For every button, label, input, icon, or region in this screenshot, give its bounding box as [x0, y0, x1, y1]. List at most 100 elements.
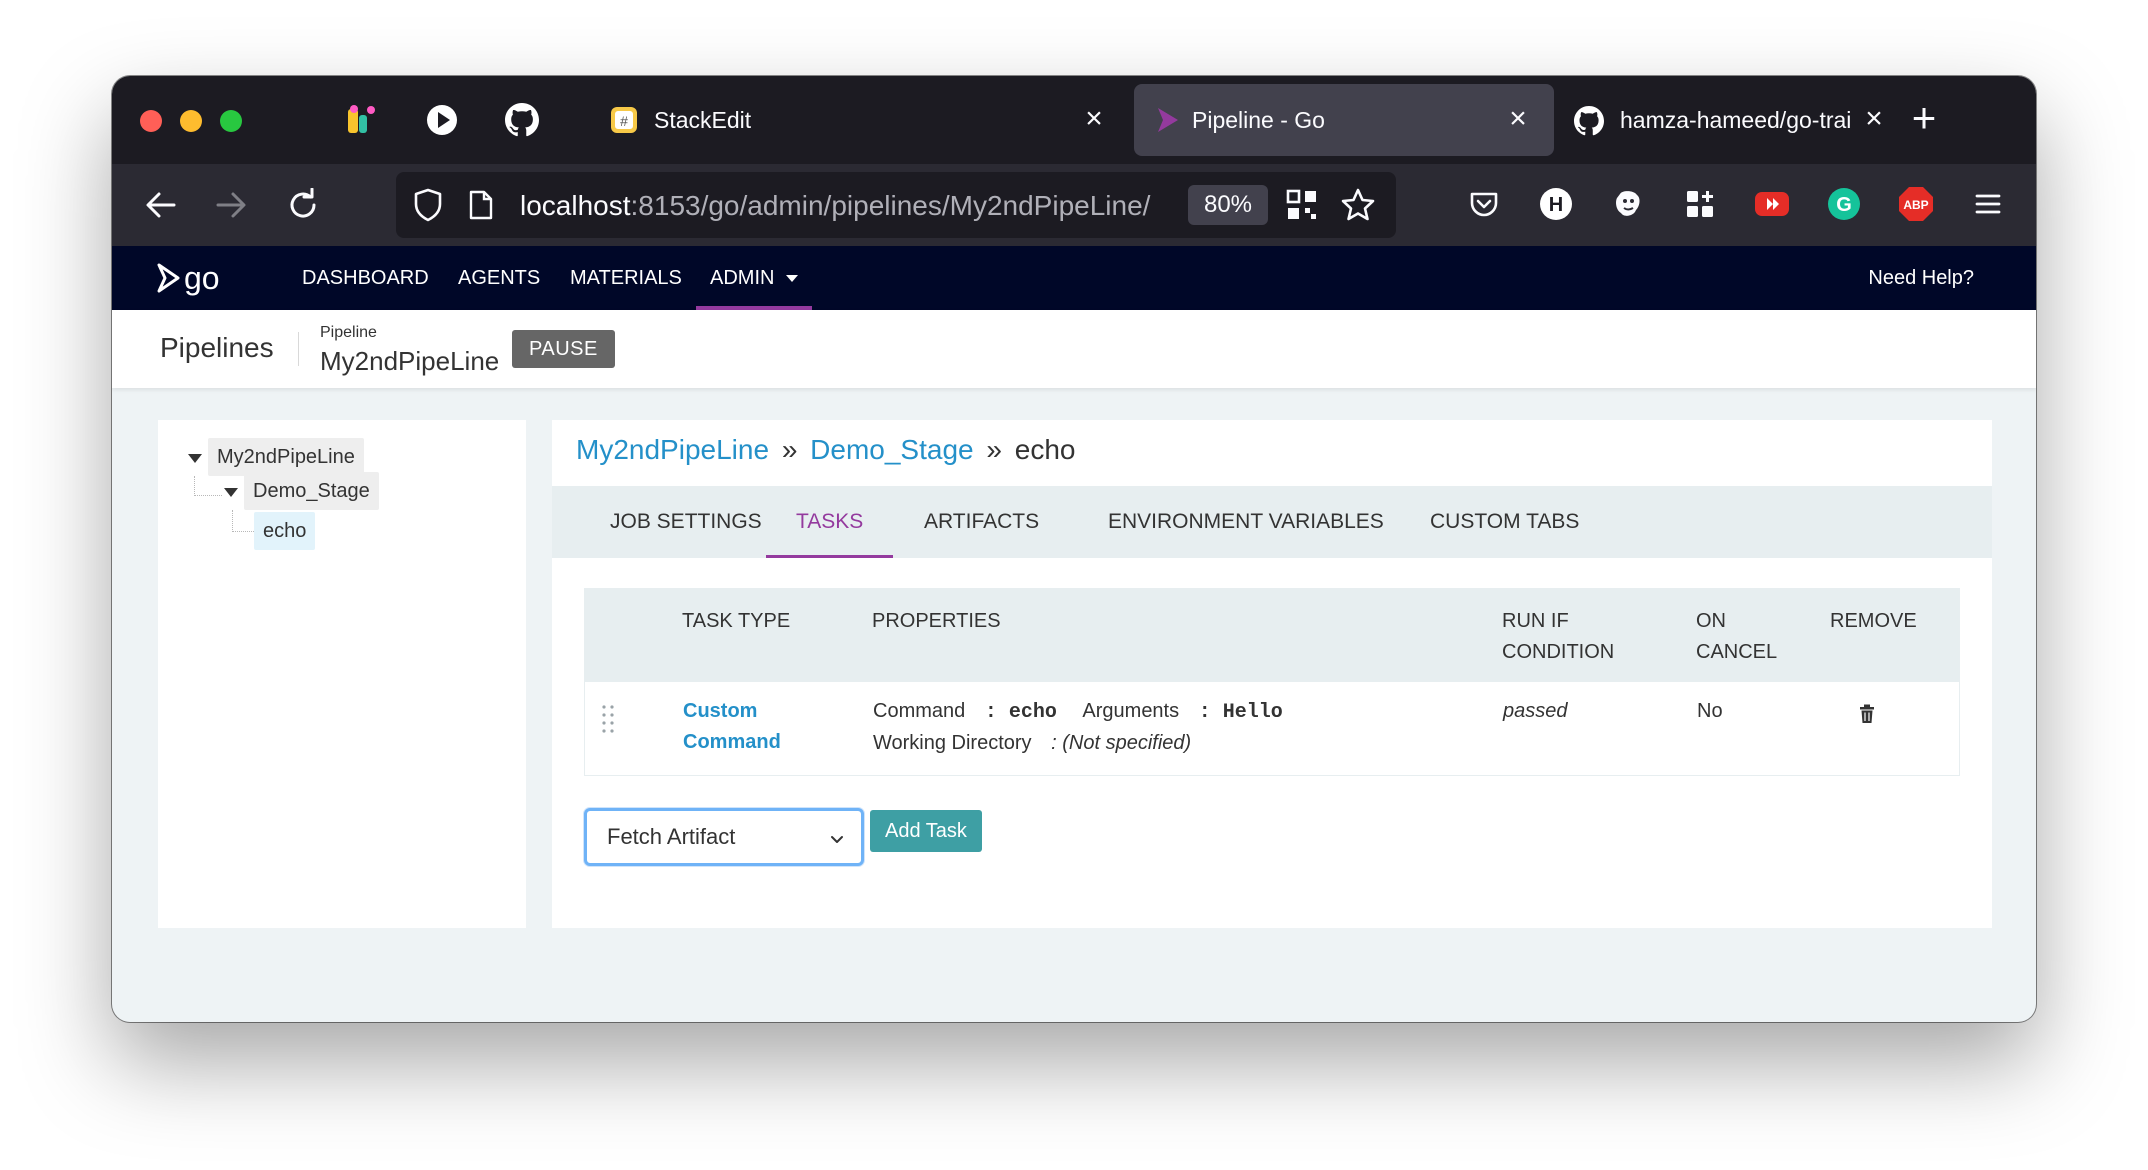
breadcrumb-job: echo: [1014, 434, 1076, 465]
gorilla-extension-button[interactable]: [1608, 184, 1648, 224]
breadcrumb-pipeline-link[interactable]: My2ndPipeLine: [576, 434, 769, 465]
header-run-if-line1: RUN IF: [1502, 610, 1569, 632]
forward-arrow-icon: [216, 192, 246, 218]
adblock-icon: ABP: [1899, 187, 1933, 221]
header-run-if-line2: CONDITION: [1502, 641, 1615, 663]
tree-node-pipeline[interactable]: My2ndPipeLine: [208, 438, 364, 476]
pipeline-name: My2ndPipeLine: [320, 346, 500, 376]
svg-text:G: G: [1836, 194, 1852, 216]
breadcrumb-stage-link[interactable]: Demo_Stage: [810, 434, 973, 465]
tree-node-stage[interactable]: Demo_Stage: [244, 472, 379, 510]
breadcrumb-separator: »: [986, 434, 1002, 465]
hamburger-menu-icon: [1975, 194, 2001, 214]
tree-connector: [194, 476, 222, 496]
youtube-extension-button[interactable]: [1752, 184, 1792, 224]
tab-custom-tabs[interactable]: CUSTOM TABS: [1430, 486, 1579, 558]
reload-icon: [290, 188, 316, 218]
close-window-button[interactable]: [140, 110, 162, 132]
tab-label: Pipeline - Go: [1192, 106, 1325, 133]
nav-materials[interactable]: MATERIALS: [570, 246, 682, 310]
add-task-button[interactable]: Add Task: [870, 810, 982, 852]
gocd-logo-text: go: [184, 259, 220, 296]
youtube-icon: [1755, 192, 1789, 216]
command-label: Command: [873, 700, 966, 722]
collapse-pipeline-toggle[interactable]: [188, 454, 202, 463]
drag-handle-icon[interactable]: [601, 704, 615, 734]
play-circle-icon: [427, 105, 457, 135]
task-type-line2: Command: [683, 731, 781, 753]
h-extension-button[interactable]: H: [1536, 184, 1576, 224]
run-if-value: passed: [1503, 700, 1568, 722]
pinned-tab-monday[interactable]: [344, 102, 380, 138]
gocd-logo[interactable]: go: [156, 260, 220, 296]
browser-window: # StackEdit × Pipeline - Go × hamza-hame…: [112, 76, 2036, 1022]
pocket-icon: [1470, 192, 1498, 217]
tab-label: hamza-hameed/go-training at: [1620, 106, 1852, 133]
tab-tasks[interactable]: TASKS: [765, 486, 894, 558]
nav-agents[interactable]: AGENTS: [458, 246, 540, 310]
nav-admin[interactable]: ADMIN: [695, 246, 813, 310]
adblock-extension-button[interactable]: ABP: [1896, 184, 1936, 224]
stackedit-icon: #: [611, 107, 637, 133]
tab-environment-variables[interactable]: ENVIRONMENT VARIABLES: [1108, 486, 1384, 558]
header-properties: PROPERTIES: [872, 610, 1001, 632]
tab-bar: # StackEdit × Pipeline - Go × hamza-hame…: [112, 76, 2036, 164]
app-menu-button[interactable]: [1968, 184, 2008, 224]
pipeline-tree: My2ndPipeLine Demo_Stage echo: [158, 420, 526, 928]
url-host: localhost: [520, 190, 631, 221]
close-tab-icon[interactable]: ×: [1504, 104, 1532, 134]
nav-dashboard[interactable]: DASHBOARD: [302, 246, 429, 310]
pinned-tab-github[interactable]: [504, 102, 540, 138]
h-icon: H: [1540, 188, 1572, 220]
close-tab-icon[interactable]: ×: [1080, 104, 1108, 134]
task-type-select[interactable]: Fetch Artifact: [584, 808, 864, 866]
tab-artifacts[interactable]: ARTIFACTS: [924, 486, 1039, 558]
tab-github-repo[interactable]: hamza-hameed/go-training at ×: [1558, 84, 1898, 156]
header-on-cancel: ON CANCEL: [1696, 606, 1777, 668]
gocd-logo-icon: [157, 263, 180, 293]
arguments-value: : Hello: [1198, 701, 1283, 724]
new-tab-button[interactable]: +: [1902, 97, 1946, 142]
back-button[interactable]: [138, 182, 184, 228]
maximize-window-button[interactable]: [220, 110, 242, 132]
caret-down-icon: [786, 275, 799, 283]
collapse-stage-toggle[interactable]: [224, 488, 238, 497]
task-type-select-value: Fetch Artifact: [607, 824, 736, 849]
url-path: :8153/go/admin/pipelines/My2ndPipeLine/: [630, 190, 1151, 221]
tree-node-job[interactable]: echo: [254, 512, 316, 550]
pause-button[interactable]: PAUSE: [512, 330, 615, 368]
need-help-link[interactable]: Need Help?: [1868, 246, 1974, 310]
bookmark-star-icon[interactable]: [1340, 187, 1376, 223]
tab-pipeline-go[interactable]: Pipeline - Go ×: [1134, 84, 1554, 156]
close-tab-icon[interactable]: ×: [1860, 104, 1888, 134]
grammarly-icon: G: [1828, 188, 1860, 220]
tab-stackedit[interactable]: # StackEdit ×: [590, 84, 1130, 156]
header-task-type: TASK TYPE: [682, 610, 791, 632]
task-table-header: TASK TYPE PROPERTIES RUN IF CONDITION ON…: [584, 588, 1960, 682]
svg-text:#: #: [620, 113, 628, 129]
job-tabs: JOB SETTINGS TASKS ARTIFACTS ENVIRONMENT…: [552, 486, 1992, 558]
qr-code-icon[interactable]: [1286, 189, 1318, 221]
tab-job-settings[interactable]: JOB SETTINGS: [610, 486, 762, 558]
reload-button[interactable]: [280, 182, 326, 228]
pinned-tab-play[interactable]: [424, 102, 460, 138]
task-type-link[interactable]: Custom Command: [683, 696, 781, 758]
grid-extension-button[interactable]: [1680, 184, 1720, 224]
trash-icon[interactable]: [1859, 704, 1875, 724]
github-icon: [505, 103, 539, 137]
svg-text:H: H: [1549, 194, 1563, 216]
nav-admin-label: ADMIN: [710, 267, 775, 289]
grammarly-extension-button[interactable]: G: [1824, 184, 1864, 224]
monday-icon: [348, 105, 375, 133]
url-text[interactable]: localhost:8153/go/admin/pipelines/My2ndP…: [520, 190, 1180, 222]
pocket-button[interactable]: [1464, 184, 1504, 224]
github-icon: [1574, 106, 1604, 136]
url-bar[interactable]: localhost:8153/go/admin/pipelines/My2ndP…: [396, 172, 1396, 238]
header-on-cancel-line2: CANCEL: [1696, 641, 1778, 663]
forward-button[interactable]: [208, 182, 254, 228]
on-cancel-value: No: [1697, 700, 1723, 722]
chevron-down-icon: [831, 836, 843, 843]
zoom-level-badge[interactable]: 80%: [1188, 185, 1268, 225]
minimize-window-button[interactable]: [180, 110, 202, 132]
task-type-line1: Custom: [683, 700, 758, 722]
